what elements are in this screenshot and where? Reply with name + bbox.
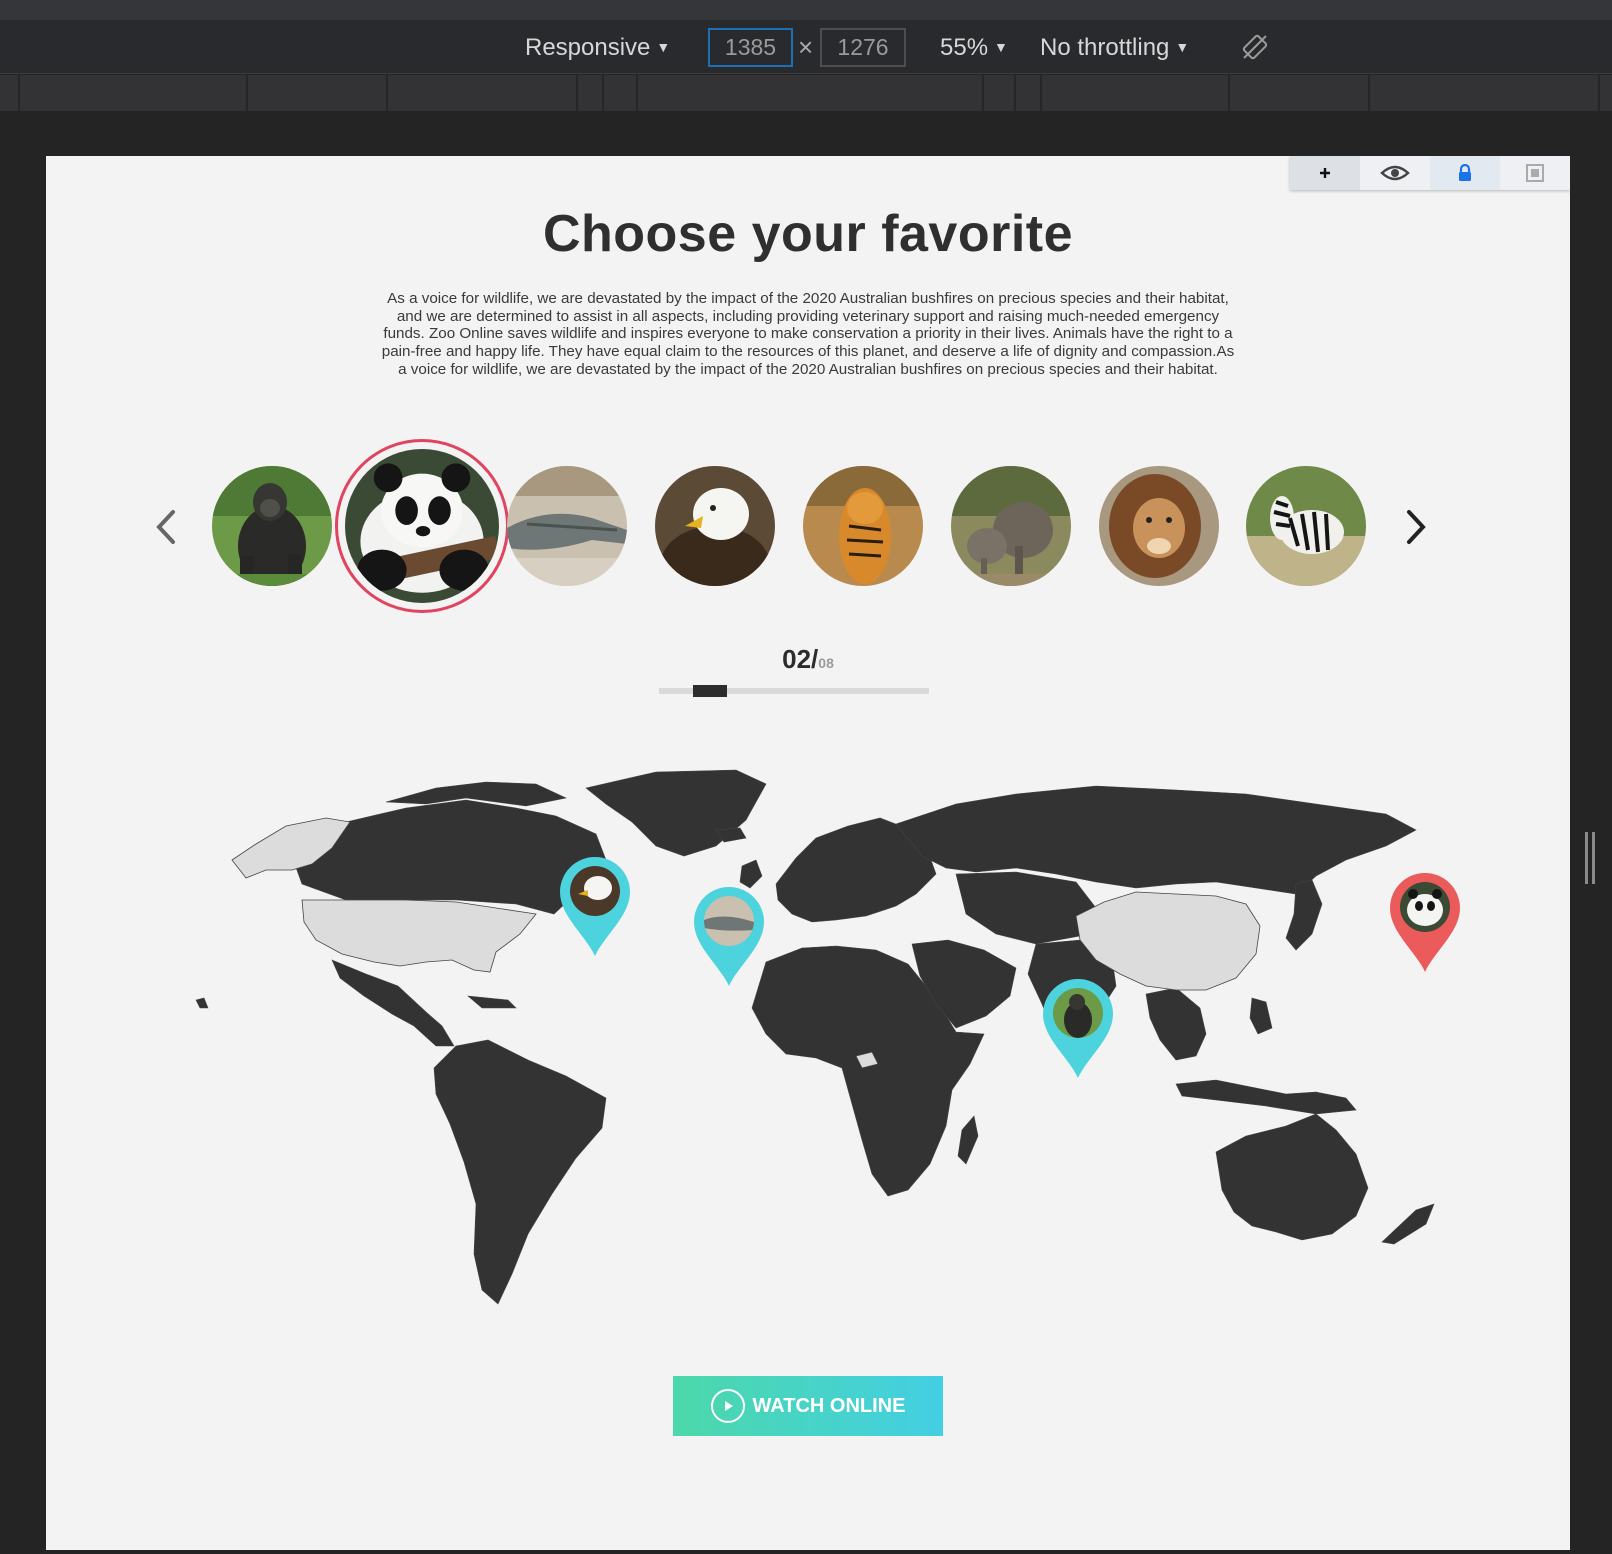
- width-input[interactable]: 1385: [708, 28, 793, 67]
- map-new-zealand: [1381, 1203, 1435, 1245]
- map-pin-gorilla[interactable]: [1041, 978, 1115, 1080]
- lock-icon: [1459, 164, 1471, 181]
- map-southeast-asia: [1145, 987, 1207, 1061]
- ruler-segment: [18, 75, 20, 111]
- page-title: Choose your favorite: [542, 205, 1074, 263]
- chevron-right-icon: [1407, 510, 1426, 544]
- panda-photo: [345, 449, 499, 603]
- tiger-photo: [803, 466, 923, 586]
- ruler-segment: [1228, 75, 1230, 111]
- panda-photo: [1400, 882, 1450, 932]
- map-pin-eagle[interactable]: [558, 856, 632, 958]
- watch-online-label: WATCH ONLINE: [752, 1394, 906, 1417]
- layers-icon: [1526, 164, 1544, 182]
- slide-counter-current: 02/: [782, 644, 819, 674]
- animal-thumb-zebra[interactable]: [1246, 466, 1366, 586]
- ruler-segment: [982, 75, 984, 111]
- device-select[interactable]: Responsive ▼: [525, 32, 670, 63]
- ruler-segment: [1040, 75, 1042, 111]
- devtools-title-strip: [0, 0, 1612, 20]
- ruler-segment: [1368, 75, 1370, 111]
- slide-progress-thumb[interactable]: [692, 685, 727, 697]
- page-overlay-toolbar: [1290, 156, 1570, 190]
- intro-paragraph: As a voice for wildlife, we are devastat…: [381, 290, 1235, 378]
- chevron-left-icon: [156, 510, 175, 544]
- ruler-segment: [602, 75, 604, 111]
- rotate-icon[interactable]: [1240, 32, 1270, 62]
- animal-thumb-lion[interactable]: [1099, 466, 1219, 586]
- map-uk: [739, 859, 763, 889]
- watch-online-button[interactable]: WATCH ONLINE: [673, 1376, 943, 1436]
- lock-tool-button[interactable]: [1430, 156, 1500, 190]
- animal-thumb-gorilla[interactable]: [212, 466, 332, 586]
- gorilla-photo: [1053, 988, 1103, 1038]
- animal-thumb-tiger[interactable]: [803, 466, 923, 586]
- throttling-select[interactable]: No throttling ▼: [1040, 32, 1189, 63]
- zoom-select[interactable]: 55% ▼: [940, 32, 1008, 63]
- map-central-asia: [955, 871, 1097, 945]
- animal-thumb-panda-selected[interactable]: [335, 439, 509, 613]
- map-australia: [1215, 1113, 1369, 1241]
- map-caribbean: [467, 995, 517, 1009]
- add-tool-button[interactable]: [1290, 156, 1360, 190]
- ruler-segment: [246, 75, 248, 111]
- map-hawaii: [195, 997, 209, 1009]
- slide-counter-total: 08: [818, 655, 834, 671]
- elephant-photo: [951, 466, 1071, 586]
- map-madagascar: [957, 1115, 979, 1165]
- carousel-prev-button[interactable]: [146, 502, 186, 552]
- throttling-label: No throttling: [1040, 34, 1170, 61]
- alligator-photo: [704, 896, 754, 946]
- zoom-label: 55%: [940, 34, 989, 61]
- map-mexico-central: [331, 959, 455, 1047]
- animal-thumb-alligator[interactable]: [507, 466, 627, 586]
- slide-progress-track[interactable]: [659, 685, 929, 697]
- map-south-america: [433, 1039, 607, 1305]
- zebra-photo: [1246, 466, 1366, 586]
- map-pin-panda[interactable]: [1388, 872, 1462, 974]
- throttling-dropdown-icon: ▼: [1175, 39, 1190, 55]
- height-input[interactable]: 1276: [820, 28, 906, 67]
- media-query-bar[interactable]: [0, 75, 1612, 111]
- ruler-segment: [576, 75, 578, 111]
- map-greenland: [585, 769, 767, 857]
- animal-thumb-eagle[interactable]: [655, 466, 775, 586]
- resize-handle[interactable]: [1584, 832, 1596, 884]
- ruler-segment: [1598, 75, 1600, 111]
- emulated-page: Choose your favorite As a voice for wild…: [46, 156, 1570, 1550]
- eye-icon: [1380, 165, 1410, 181]
- animal-thumb-elephant[interactable]: [951, 466, 1071, 586]
- devtools-device-toolbar: Responsive ▼ 1385 × 1276 55% ▼ No throttli…: [0, 20, 1612, 74]
- alligator-photo: [507, 466, 627, 586]
- plus-icon: [1320, 168, 1330, 178]
- zoom-dropdown-icon: ▼: [994, 39, 1008, 55]
- compare-tool-button[interactable]: [1500, 156, 1570, 190]
- lion-photo: [1099, 466, 1219, 586]
- map-pin-alligator[interactable]: [692, 886, 766, 988]
- dimension-separator: ×: [798, 32, 814, 62]
- slide-counter: 02/08: [46, 644, 1570, 675]
- ruler-segment: [1014, 75, 1016, 111]
- map-philippines: [1249, 997, 1273, 1035]
- gorilla-photo: [212, 466, 332, 586]
- drag-handle-icon: [1585, 832, 1595, 884]
- play-icon: [710, 1389, 745, 1423]
- map-indonesia: [1175, 1079, 1357, 1115]
- eagle-photo: [570, 866, 620, 916]
- ruler-segment: [636, 75, 638, 111]
- ruler-segment: [386, 75, 388, 111]
- eagle-photo: [655, 466, 775, 586]
- preview-tool-button[interactable]: [1360, 156, 1430, 190]
- carousel-next-button[interactable]: [1396, 502, 1436, 552]
- map-usa: [301, 899, 537, 973]
- device-dropdown-icon: ▼: [656, 39, 671, 55]
- world-map[interactable]: [136, 764, 1466, 1324]
- device-label: Responsive: [525, 34, 651, 61]
